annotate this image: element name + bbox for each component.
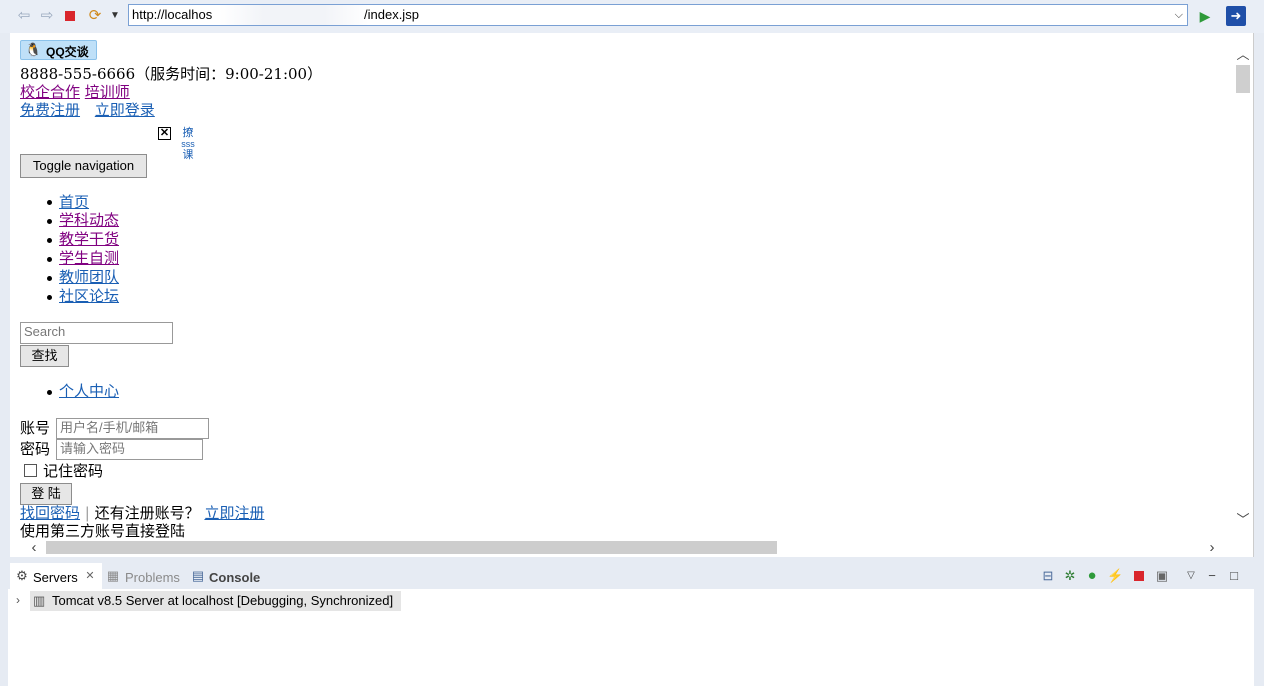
- vertical-scroll-thumb[interactable]: [1236, 65, 1250, 93]
- third-party-login-text: 使用第三方账号直接登陆: [20, 522, 186, 540]
- qq-chat-button[interactable]: 🐧 QQ交谈: [20, 40, 97, 60]
- nav-teacher-team[interactable]: 教师团队: [59, 268, 119, 286]
- login-button[interactable]: 登 陆: [20, 483, 72, 505]
- close-icon[interactable]: ✕: [82, 568, 98, 584]
- search-input[interactable]: Search: [20, 322, 173, 344]
- bullet-icon: [47, 238, 52, 243]
- expand-icon[interactable]: ›: [16, 593, 20, 607]
- stop-icon[interactable]: [61, 6, 79, 26]
- retrieve-password-link[interactable]: 找回密码: [20, 504, 80, 522]
- bullet-icon: [47, 219, 52, 224]
- remember-label: 记住密码: [43, 462, 104, 480]
- nav-community-forum[interactable]: 社区论坛: [59, 287, 119, 305]
- scroll-right-icon[interactable]: ›: [1204, 539, 1220, 556]
- broken-image-alt[interactable]: 撩 sss 课: [179, 127, 197, 161]
- bullet-icon: [47, 295, 52, 300]
- refresh-icon[interactable]: ⟳: [86, 6, 104, 26]
- publish-icon[interactable]: ▣: [1154, 568, 1170, 584]
- maximize-icon[interactable]: □: [1226, 568, 1242, 584]
- console-icon: ▤: [191, 568, 205, 583]
- collapse-all-icon[interactable]: ⊟: [1040, 568, 1056, 584]
- no-account-text: 还有注册账号？: [94, 504, 200, 522]
- nav-self-test[interactable]: 学生自测: [59, 249, 119, 267]
- tab-console[interactable]: Console: [209, 570, 260, 585]
- vertical-scrollbar[interactable]: [1234, 43, 1252, 527]
- problems-icon: ▦: [106, 568, 120, 583]
- server-row[interactable]: ▥ Tomcat v8.5 Server at localhost [Debug…: [30, 591, 401, 611]
- debug-server-icon[interactable]: ✲: [1062, 568, 1078, 584]
- bullet-icon: [47, 257, 52, 262]
- back-icon[interactable]: ⇦: [15, 6, 33, 26]
- bullet-icon: [47, 390, 52, 395]
- search-button[interactable]: 查找: [20, 345, 69, 367]
- dropdown-icon[interactable]: ▼: [106, 6, 124, 26]
- bullet-icon: [47, 200, 52, 205]
- penguin-icon: 🐧: [25, 42, 42, 57]
- url-input[interactable]: http://localhos /index.jsp ⌵: [128, 4, 1188, 26]
- url-path: /index.jsp: [364, 7, 419, 22]
- remember-checkbox[interactable]: [24, 464, 37, 477]
- scroll-left-icon[interactable]: ‹: [26, 539, 42, 556]
- scroll-up-icon[interactable]: ︿: [1236, 44, 1250, 62]
- profile-server-icon[interactable]: ⚡: [1107, 568, 1123, 584]
- go-icon[interactable]: ▶: [1196, 6, 1214, 26]
- alt-line: sss: [181, 139, 195, 149]
- password-input[interactable]: 请输入密码: [56, 439, 203, 460]
- separator: |: [84, 504, 90, 522]
- url-redaction: [219, 5, 369, 25]
- school-enterprise-link[interactable]: 校企合作: [20, 83, 80, 101]
- server-entry-label: Tomcat v8.5 Server at localhost [Debuggi…: [52, 593, 394, 608]
- start-server-icon[interactable]: ●: [1084, 568, 1100, 584]
- servers-icon: ⚙: [16, 568, 28, 583]
- horizontal-scroll-thumb[interactable]: [46, 541, 777, 554]
- alt-line: 课: [182, 149, 194, 161]
- minimize-icon[interactable]: −: [1204, 568, 1220, 584]
- open-external-icon[interactable]: ➜: [1226, 6, 1246, 26]
- personal-center-link[interactable]: 个人中心: [59, 382, 119, 400]
- toggle-navigation-button[interactable]: Toggle navigation: [20, 154, 147, 178]
- url-prefix: http://localhos: [132, 7, 213, 22]
- tomcat-server-icon: ▥: [33, 593, 46, 608]
- bullet-icon: [47, 276, 52, 281]
- browser-viewport: [10, 33, 1254, 557]
- password-label: 密码: [20, 440, 51, 458]
- view-menu-icon[interactable]: ▽: [1183, 568, 1199, 584]
- stop-server-icon[interactable]: [1131, 568, 1147, 584]
- broken-image-icon: ✕: [158, 127, 171, 140]
- nav-subject-news[interactable]: 学科动态: [59, 211, 119, 229]
- forward-icon[interactable]: ⇨: [38, 6, 56, 26]
- tab-problems[interactable]: Problems: [125, 570, 180, 585]
- account-label: 账号: [20, 419, 51, 437]
- tab-servers[interactable]: Servers: [33, 570, 78, 585]
- register-now-link[interactable]: 立即注册: [204, 504, 264, 522]
- trainer-link[interactable]: 培训师: [85, 83, 130, 101]
- scroll-down-icon[interactable]: ﹀: [1236, 509, 1250, 527]
- url-dropdown-icon[interactable]: ⌵: [1175, 5, 1183, 25]
- qq-chat-label: QQ交谈: [46, 45, 89, 59]
- login-now-link[interactable]: 立即登录: [95, 101, 155, 119]
- account-input[interactable]: 用户名/手机/邮箱: [56, 418, 209, 439]
- alt-line: 撩: [182, 127, 194, 139]
- nav-teaching-resources[interactable]: 教学干货: [59, 230, 119, 248]
- service-phone: 8888-555-6666（服务时间：9:00-21:00）: [20, 65, 323, 83]
- nav-home[interactable]: 首页: [59, 193, 89, 211]
- browser-toolbar: ⇦ ⇨ ⟳ ▼ http://localhos /index.jsp ⌵ ▶ ➜: [0, 0, 1264, 33]
- free-register-link[interactable]: 免费注册: [20, 101, 80, 119]
